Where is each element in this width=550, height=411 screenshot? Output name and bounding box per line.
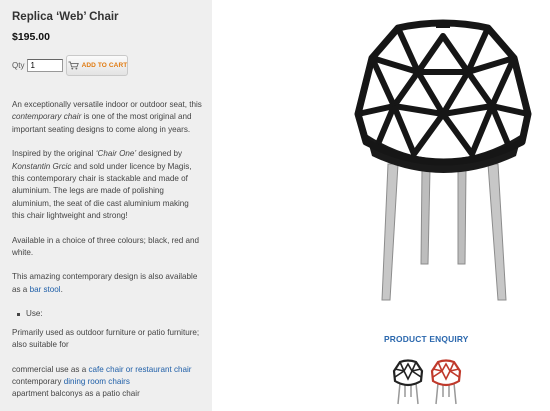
- desc-emphasis: contemporary chair: [12, 112, 82, 122]
- red-chair-thumbnail[interactable]: [430, 359, 462, 405]
- dining-chairs-link[interactable]: dining room chairs: [64, 377, 130, 386]
- product-description: An exceptionally versatile indoor or out…: [12, 99, 202, 401]
- desc-emphasis: Konstantin Grcic: [12, 161, 72, 171]
- description-uses: commercial use as a cafe chair or restau…: [12, 364, 202, 401]
- product-enquiry-link[interactable]: PRODUCT ENQUIRY: [384, 334, 469, 344]
- description-paragraph: An exceptionally versatile indoor or out…: [12, 99, 202, 136]
- chair-product-image[interactable]: [338, 14, 548, 306]
- desc-text: commercial use as a: [12, 364, 89, 374]
- cafe-chair-link[interactable]: cafe chair or restaurant chair: [88, 365, 191, 374]
- desc-text: Inspired by the original: [12, 149, 96, 159]
- desc-text: apartment balconys as a patio chair: [12, 389, 140, 399]
- cart-icon: [68, 61, 79, 70]
- add-to-cart-button[interactable]: ADD TO CART: [66, 55, 129, 76]
- desc-text: An exceptionally versatile indoor or out…: [12, 100, 202, 109]
- quantity-input[interactable]: [27, 59, 64, 72]
- desc-text: designed by: [136, 149, 183, 159]
- description-paragraph: Primarily used as outdoor furniture or p…: [12, 327, 200, 350]
- use-list-item: Use:: [17, 308, 202, 320]
- use-list: Use:: [12, 308, 202, 320]
- black-chair-thumbnail[interactable]: [392, 359, 424, 405]
- desc-text: contemporary: [12, 376, 64, 386]
- add-to-cart-label: ADD TO CART: [81, 62, 128, 69]
- description-paragraph: Available in a choice of three colours; …: [12, 235, 200, 258]
- description-paragraph: Inspired by the original ‘Chair One’ des…: [12, 148, 202, 222]
- qty-label: Qty: [12, 61, 25, 70]
- product-image-panel: PRODUCT ENQUIRY: [212, 0, 550, 411]
- product-price: $195.00: [12, 31, 50, 43]
- chair-legs: [381, 163, 507, 301]
- description-paragraph: This amazing contemporary design is also…: [12, 271, 202, 296]
- add-to-cart-row: Qty ADD TO CART: [12, 55, 129, 76]
- bar-stool-link[interactable]: bar stool: [30, 285, 61, 294]
- desc-text: .: [60, 284, 63, 294]
- desc-emphasis: ‘Chair One’: [95, 149, 137, 159]
- product-title: Replica ‘Web’ Chair: [12, 11, 119, 23]
